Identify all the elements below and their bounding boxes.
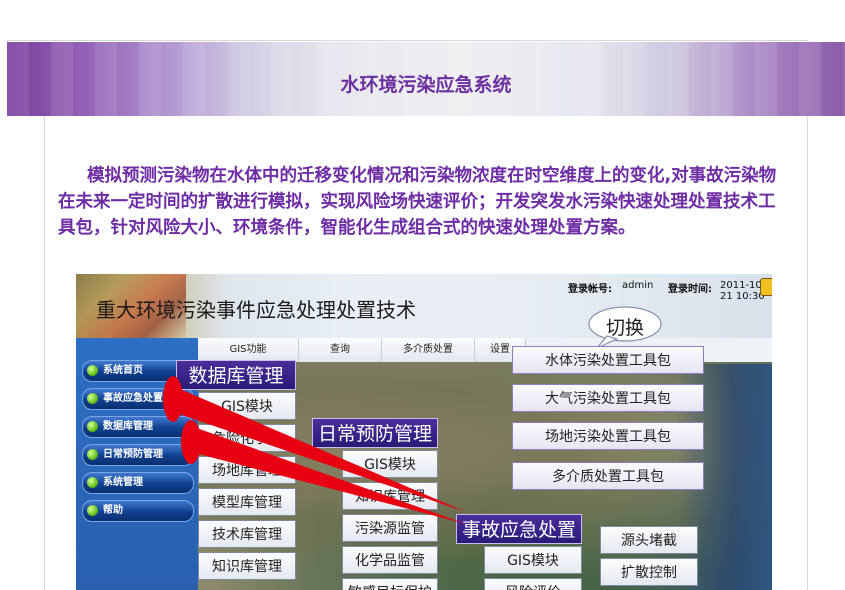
annotation-arrows — [163, 376, 466, 524]
page-title: 水环境污染应急系统 — [340, 74, 512, 96]
page-frame-left — [44, 116, 45, 590]
page-frame-top — [7, 40, 808, 41]
system-screenshot: 重大环境污染事件应急处理处置技术 登录帐号: admin 登录时间: 2011-… — [76, 274, 772, 590]
red-pointer-arrow — [191, 426, 466, 524]
page-frame-right — [807, 116, 808, 590]
intro-paragraph: 模拟预测污染物在水体中的迁移变化情况和污染物浓度在时空维度上的变化,对事故污染物… — [58, 166, 777, 238]
header-banner: 水环境污染应急系统 — [7, 42, 845, 116]
